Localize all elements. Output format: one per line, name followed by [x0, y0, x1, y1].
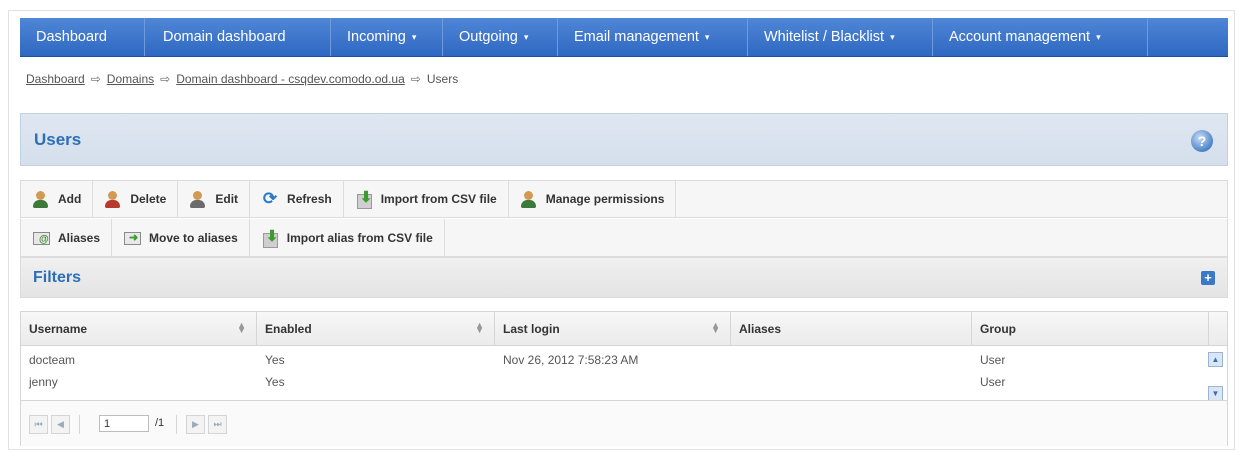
refresh-icon: ⟳	[262, 189, 278, 208]
table-row[interactable]: docteam Yes Nov 26, 2012 7:58:23 AM User	[21, 350, 1209, 371]
manage-permissions-button[interactable]: Manage permissions	[509, 181, 677, 217]
table-header: Username ▲ ▼ Enabled ▲ ▼ Last login ▲ ▼ Aliase…	[21, 312, 1227, 346]
arrow-right-icon: ⇨	[90, 72, 101, 86]
nav-item-label: Incoming	[347, 29, 406, 45]
permissions-user-icon	[520, 190, 538, 208]
column-label: Aliases	[739, 321, 782, 336]
delete-user-icon	[104, 190, 122, 208]
nav-item-account-management[interactable]: Account management ▾	[933, 18, 1148, 56]
toolbar-primary: Add Delete Edit ⟳ Refresh Import from CSV…	[20, 180, 1228, 218]
cell-group: User	[980, 375, 1006, 389]
pager-divider	[176, 415, 177, 434]
cell-enabled: Yes	[265, 375, 285, 389]
table-row[interactable]: jenny Yes User	[21, 372, 1209, 393]
nav-item-label: Outgoing	[459, 29, 518, 45]
column-label: Last login	[503, 321, 560, 336]
button-label: Move to aliases	[149, 230, 238, 245]
help-icon[interactable]: ?	[1191, 130, 1213, 152]
add-user-icon	[32, 190, 50, 208]
chevron-down-icon: ▾	[704, 31, 710, 42]
pagination-bar: ⏮ ◀ /1 ▶ ⏭	[21, 400, 1227, 446]
alias-icon	[32, 229, 50, 247]
breadcrumb: Dashboard ⇨ Domains ⇨ Domain dashboard -…	[26, 72, 458, 86]
chevron-down-icon: ▾	[1096, 31, 1101, 42]
nav-item-whitelist-blacklist[interactable]: Whitelist / Blacklist ▾	[748, 18, 933, 56]
nav-item-dashboard[interactable]: Dashboard	[20, 18, 145, 56]
button-label: Add	[58, 192, 82, 206]
button-label: Edit	[215, 192, 239, 206]
button-label: Manage permissions	[545, 192, 665, 206]
refresh-button[interactable]: ⟳ Refresh	[250, 181, 344, 217]
nav-item-outgoing[interactable]: Outgoing ▾	[443, 18, 558, 56]
main-nav: Dashboard Domain dashboard Incoming ▾ Out…	[20, 18, 1228, 57]
prev-page-icon[interactable]: ◀	[51, 415, 70, 434]
last-page-icon[interactable]: ⏭	[208, 415, 227, 434]
import-icon	[355, 188, 373, 209]
plus-icon[interactable]: +	[1201, 271, 1215, 285]
scroll-down-icon[interactable]: ▼	[1208, 386, 1223, 401]
chevron-down-icon: ▾	[890, 31, 895, 42]
chevron-down-icon: ▾	[411, 31, 417, 42]
arrow-right-icon: ⇨	[410, 72, 421, 86]
column-label: Group	[980, 321, 1016, 336]
cell-username: docteam	[29, 353, 76, 367]
sort-icon: ▲ ▼	[475, 320, 484, 335]
sort-icon: ▲ ▼	[711, 320, 720, 335]
nav-item-email-management[interactable]: Email management ▾	[558, 18, 748, 56]
pager-divider	[79, 415, 80, 434]
nav-item-label: Whitelist / Blacklist	[764, 29, 885, 45]
move-to-aliases-button[interactable]: Move to aliases	[112, 219, 250, 256]
nav-item-label: Dashboard	[36, 29, 107, 45]
arrow-right-icon: ⇨	[160, 72, 171, 86]
delete-user-button[interactable]: Delete	[93, 181, 179, 217]
scroll-up-icon[interactable]: ▲	[1208, 352, 1223, 367]
page-header-panel: Users ?	[20, 113, 1228, 166]
sort-icon: ▲ ▼	[237, 320, 246, 335]
column-header-group[interactable]: Group	[972, 312, 1209, 345]
cell-username: jenny	[29, 375, 58, 389]
column-header-last-login[interactable]: Last login ▲ ▼	[495, 312, 731, 345]
filters-panel: Filters +	[20, 257, 1228, 298]
column-header-username[interactable]: Username ▲ ▼	[21, 312, 257, 345]
chevron-down-icon: ▾	[523, 31, 529, 42]
aliases-button[interactable]: Aliases	[21, 219, 113, 256]
cell-last-login: Nov 26, 2012 7:58:23 AM	[503, 353, 639, 367]
breadcrumb-link-domains[interactable]: Domains	[107, 72, 154, 86]
nav-item-domain-dashboard[interactable]: Domain dashboard	[145, 18, 331, 56]
button-label: Delete	[130, 192, 167, 206]
nav-item-incoming[interactable]: Incoming ▾	[331, 18, 443, 56]
button-label: Import from CSV file	[380, 192, 497, 206]
first-page-icon[interactable]: ⏮	[29, 415, 48, 434]
nav-item-label: Domain dashboard	[163, 29, 286, 45]
toolbar-secondary: Aliases Move to aliases Import alias fro…	[20, 219, 1228, 257]
button-label: Import alias from CSV file	[286, 230, 433, 245]
cell-enabled: Yes	[265, 353, 285, 367]
page-title: Users	[34, 130, 82, 149]
users-table: Username ▲ ▼ Enabled ▲ ▼ Last login ▲ ▼ Aliase…	[20, 311, 1228, 446]
import-icon	[261, 227, 279, 248]
breadcrumb-current: Users	[426, 72, 459, 86]
column-label: Enabled	[265, 321, 312, 336]
column-header-aliases[interactable]: Aliases	[731, 312, 972, 345]
column-label: Username	[29, 321, 88, 336]
column-header-enabled[interactable]: Enabled ▲ ▼	[257, 312, 495, 345]
next-page-icon[interactable]: ▶	[186, 415, 205, 434]
button-label: Aliases	[58, 230, 101, 245]
import-csv-button[interactable]: Import from CSV file	[344, 181, 509, 217]
button-label: Refresh	[287, 192, 332, 206]
edit-user-icon	[189, 190, 207, 208]
edit-user-button[interactable]: Edit	[178, 181, 251, 217]
breadcrumb-link-dashboard[interactable]: Dashboard	[26, 72, 85, 86]
filters-title: Filters	[33, 269, 82, 286]
nav-item-label: Email management	[574, 29, 699, 45]
nav-item-label: Account management	[949, 29, 1091, 45]
move-alias-icon	[123, 229, 142, 247]
add-user-button[interactable]: Add	[21, 181, 94, 217]
cell-group: User	[980, 353, 1006, 367]
import-alias-csv-button[interactable]: Import alias from CSV file	[250, 219, 445, 256]
page-number-input[interactable]	[99, 415, 149, 432]
breadcrumb-link-domain-dashboard[interactable]: Domain dashboard - csqdev.comodo.od.ua	[176, 72, 405, 86]
page-total: /1	[155, 417, 165, 429]
